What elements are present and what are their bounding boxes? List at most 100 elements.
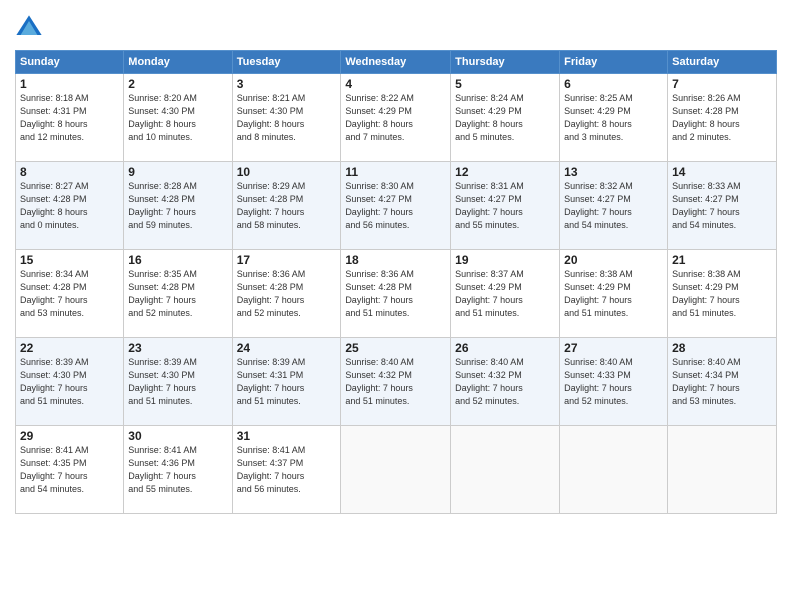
calendar-cell: 8Sunrise: 8:27 AMSunset: 4:28 PMDaylight… — [16, 162, 124, 250]
day-detail: Sunrise: 8:39 AMSunset: 4:31 PMDaylight:… — [237, 356, 337, 408]
day-detail: Sunrise: 8:39 AMSunset: 4:30 PMDaylight:… — [20, 356, 119, 408]
calendar-cell: 10Sunrise: 8:29 AMSunset: 4:28 PMDayligh… — [232, 162, 341, 250]
calendar-cell: 31Sunrise: 8:41 AMSunset: 4:37 PMDayligh… — [232, 426, 341, 514]
calendar-cell: 30Sunrise: 8:41 AMSunset: 4:36 PMDayligh… — [124, 426, 232, 514]
day-number: 25 — [345, 341, 446, 355]
calendar-cell: 16Sunrise: 8:35 AMSunset: 4:28 PMDayligh… — [124, 250, 232, 338]
header — [15, 10, 777, 42]
weekday-header-monday: Monday — [124, 51, 232, 74]
calendar-week-5: 29Sunrise: 8:41 AMSunset: 4:35 PMDayligh… — [16, 426, 777, 514]
day-number: 22 — [20, 341, 119, 355]
calendar-cell — [451, 426, 560, 514]
day-number: 7 — [672, 77, 772, 91]
day-number: 17 — [237, 253, 337, 267]
calendar-week-4: 22Sunrise: 8:39 AMSunset: 4:30 PMDayligh… — [16, 338, 777, 426]
weekday-header-wednesday: Wednesday — [341, 51, 451, 74]
day-number: 9 — [128, 165, 227, 179]
day-number: 6 — [564, 77, 663, 91]
calendar-cell: 11Sunrise: 8:30 AMSunset: 4:27 PMDayligh… — [341, 162, 451, 250]
day-number: 18 — [345, 253, 446, 267]
calendar-cell: 9Sunrise: 8:28 AMSunset: 4:28 PMDaylight… — [124, 162, 232, 250]
day-number: 19 — [455, 253, 555, 267]
day-number: 12 — [455, 165, 555, 179]
calendar-cell — [668, 426, 777, 514]
day-detail: Sunrise: 8:28 AMSunset: 4:28 PMDaylight:… — [128, 180, 227, 232]
calendar-cell: 23Sunrise: 8:39 AMSunset: 4:30 PMDayligh… — [124, 338, 232, 426]
day-detail: Sunrise: 8:34 AMSunset: 4:28 PMDaylight:… — [20, 268, 119, 320]
day-detail: Sunrise: 8:37 AMSunset: 4:29 PMDaylight:… — [455, 268, 555, 320]
day-number: 29 — [20, 429, 119, 443]
day-detail: Sunrise: 8:25 AMSunset: 4:29 PMDaylight:… — [564, 92, 663, 144]
day-detail: Sunrise: 8:31 AMSunset: 4:27 PMDaylight:… — [455, 180, 555, 232]
calendar-cell: 3Sunrise: 8:21 AMSunset: 4:30 PMDaylight… — [232, 74, 341, 162]
day-detail: Sunrise: 8:39 AMSunset: 4:30 PMDaylight:… — [128, 356, 227, 408]
day-number: 26 — [455, 341, 555, 355]
day-detail: Sunrise: 8:20 AMSunset: 4:30 PMDaylight:… — [128, 92, 227, 144]
calendar-cell: 20Sunrise: 8:38 AMSunset: 4:29 PMDayligh… — [560, 250, 668, 338]
day-detail: Sunrise: 8:33 AMSunset: 4:27 PMDaylight:… — [672, 180, 772, 232]
day-number: 24 — [237, 341, 337, 355]
day-detail: Sunrise: 8:30 AMSunset: 4:27 PMDaylight:… — [345, 180, 446, 232]
calendar-cell: 2Sunrise: 8:20 AMSunset: 4:30 PMDaylight… — [124, 74, 232, 162]
calendar-week-2: 8Sunrise: 8:27 AMSunset: 4:28 PMDaylight… — [16, 162, 777, 250]
day-number: 1 — [20, 77, 119, 91]
day-number: 21 — [672, 253, 772, 267]
day-number: 28 — [672, 341, 772, 355]
day-detail: Sunrise: 8:26 AMSunset: 4:28 PMDaylight:… — [672, 92, 772, 144]
calendar-cell: 22Sunrise: 8:39 AMSunset: 4:30 PMDayligh… — [16, 338, 124, 426]
weekday-header-saturday: Saturday — [668, 51, 777, 74]
day-detail: Sunrise: 8:27 AMSunset: 4:28 PMDaylight:… — [20, 180, 119, 232]
day-number: 20 — [564, 253, 663, 267]
calendar-cell: 4Sunrise: 8:22 AMSunset: 4:29 PMDaylight… — [341, 74, 451, 162]
day-detail: Sunrise: 8:32 AMSunset: 4:27 PMDaylight:… — [564, 180, 663, 232]
calendar-cell: 14Sunrise: 8:33 AMSunset: 4:27 PMDayligh… — [668, 162, 777, 250]
day-detail: Sunrise: 8:40 AMSunset: 4:32 PMDaylight:… — [455, 356, 555, 408]
day-number: 23 — [128, 341, 227, 355]
calendar-week-3: 15Sunrise: 8:34 AMSunset: 4:28 PMDayligh… — [16, 250, 777, 338]
calendar-cell: 18Sunrise: 8:36 AMSunset: 4:28 PMDayligh… — [341, 250, 451, 338]
calendar-cell: 19Sunrise: 8:37 AMSunset: 4:29 PMDayligh… — [451, 250, 560, 338]
day-number: 15 — [20, 253, 119, 267]
calendar-cell: 7Sunrise: 8:26 AMSunset: 4:28 PMDaylight… — [668, 74, 777, 162]
calendar-cell: 27Sunrise: 8:40 AMSunset: 4:33 PMDayligh… — [560, 338, 668, 426]
calendar-cell: 21Sunrise: 8:38 AMSunset: 4:29 PMDayligh… — [668, 250, 777, 338]
calendar-cell — [560, 426, 668, 514]
day-detail: Sunrise: 8:21 AMSunset: 4:30 PMDaylight:… — [237, 92, 337, 144]
calendar-table: SundayMondayTuesdayWednesdayThursdayFrid… — [15, 50, 777, 514]
day-number: 14 — [672, 165, 772, 179]
weekday-header-friday: Friday — [560, 51, 668, 74]
day-detail: Sunrise: 8:24 AMSunset: 4:29 PMDaylight:… — [455, 92, 555, 144]
day-detail: Sunrise: 8:40 AMSunset: 4:34 PMDaylight:… — [672, 356, 772, 408]
day-detail: Sunrise: 8:36 AMSunset: 4:28 PMDaylight:… — [237, 268, 337, 320]
day-number: 30 — [128, 429, 227, 443]
logo-icon — [15, 14, 43, 42]
day-detail: Sunrise: 8:36 AMSunset: 4:28 PMDaylight:… — [345, 268, 446, 320]
calendar-week-1: 1Sunrise: 8:18 AMSunset: 4:31 PMDaylight… — [16, 74, 777, 162]
day-number: 10 — [237, 165, 337, 179]
day-detail: Sunrise: 8:40 AMSunset: 4:32 PMDaylight:… — [345, 356, 446, 408]
calendar-cell — [341, 426, 451, 514]
calendar-cell: 25Sunrise: 8:40 AMSunset: 4:32 PMDayligh… — [341, 338, 451, 426]
calendar-cell: 26Sunrise: 8:40 AMSunset: 4:32 PMDayligh… — [451, 338, 560, 426]
day-detail: Sunrise: 8:41 AMSunset: 4:37 PMDaylight:… — [237, 444, 337, 496]
day-number: 16 — [128, 253, 227, 267]
day-number: 31 — [237, 429, 337, 443]
day-number: 13 — [564, 165, 663, 179]
calendar-cell: 1Sunrise: 8:18 AMSunset: 4:31 PMDaylight… — [16, 74, 124, 162]
day-detail: Sunrise: 8:22 AMSunset: 4:29 PMDaylight:… — [345, 92, 446, 144]
calendar-cell: 15Sunrise: 8:34 AMSunset: 4:28 PMDayligh… — [16, 250, 124, 338]
calendar-cell: 6Sunrise: 8:25 AMSunset: 4:29 PMDaylight… — [560, 74, 668, 162]
day-detail: Sunrise: 8:38 AMSunset: 4:29 PMDaylight:… — [564, 268, 663, 320]
calendar-cell: 13Sunrise: 8:32 AMSunset: 4:27 PMDayligh… — [560, 162, 668, 250]
calendar-cell: 28Sunrise: 8:40 AMSunset: 4:34 PMDayligh… — [668, 338, 777, 426]
day-detail: Sunrise: 8:40 AMSunset: 4:33 PMDaylight:… — [564, 356, 663, 408]
calendar-cell: 5Sunrise: 8:24 AMSunset: 4:29 PMDaylight… — [451, 74, 560, 162]
day-number: 5 — [455, 77, 555, 91]
weekday-header-sunday: Sunday — [16, 51, 124, 74]
day-number: 2 — [128, 77, 227, 91]
day-detail: Sunrise: 8:18 AMSunset: 4:31 PMDaylight:… — [20, 92, 119, 144]
day-detail: Sunrise: 8:41 AMSunset: 4:36 PMDaylight:… — [128, 444, 227, 496]
calendar-cell: 17Sunrise: 8:36 AMSunset: 4:28 PMDayligh… — [232, 250, 341, 338]
day-detail: Sunrise: 8:41 AMSunset: 4:35 PMDaylight:… — [20, 444, 119, 496]
weekday-header-thursday: Thursday — [451, 51, 560, 74]
